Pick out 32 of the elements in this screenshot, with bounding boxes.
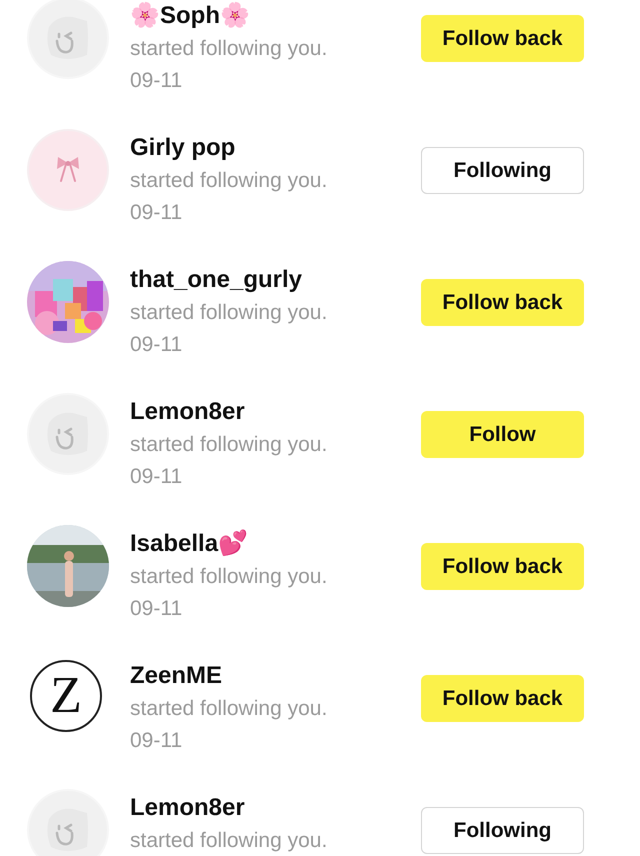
username[interactable]: Girly pop (130, 132, 420, 164)
default-avatar-icon[interactable] (27, 789, 109, 856)
notification-text: started following you. (130, 168, 328, 194)
username[interactable]: Lemon8er (130, 396, 420, 428)
notification-text: started following you. (130, 300, 328, 326)
date-label: 09-11 (130, 68, 184, 94)
date-label: 09-11 (130, 728, 184, 754)
notification-text: started following you. (130, 696, 328, 722)
follow-button[interactable]: Follow back (421, 279, 584, 326)
username[interactable]: 🌸Soph🌸 (130, 0, 420, 32)
follow-button[interactable]: Follow (421, 411, 584, 458)
default-avatar-icon[interactable] (27, 393, 109, 475)
date-label: 09-11 (130, 596, 184, 622)
username[interactable]: Isabella💕 (130, 528, 420, 560)
date-label: 09-11 (130, 332, 184, 358)
notification-text: started following you. (130, 36, 328, 62)
follow-button[interactable]: Follow back (421, 15, 584, 62)
date-label: 09-11 (130, 464, 184, 490)
logo-avatar[interactable]: Z (30, 660, 102, 732)
username[interactable]: ZeenME (130, 660, 420, 692)
notification-text: started following you. (130, 432, 328, 458)
notification-text: started following you. (130, 564, 328, 590)
follow-button[interactable]: Following (421, 807, 584, 854)
follow-button[interactable]: Following (421, 147, 584, 194)
follow-button[interactable]: Follow back (421, 675, 584, 722)
notification-text: started following you. (130, 828, 328, 854)
username[interactable]: that_one_gurly (130, 264, 420, 296)
follow-button[interactable]: Follow back (421, 543, 584, 590)
default-avatar-icon[interactable] (27, 0, 109, 79)
date-label: 09-11 (130, 200, 184, 226)
bow-avatar-icon[interactable] (27, 129, 109, 211)
username[interactable]: Lemon8er (130, 792, 420, 824)
